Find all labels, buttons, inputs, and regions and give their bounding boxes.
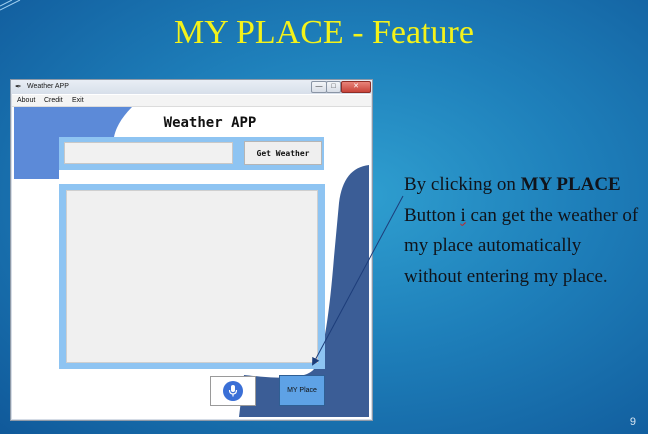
city-input[interactable] (64, 142, 233, 164)
close-button[interactable]: ✕ (341, 81, 371, 93)
desc-text-2: Button (404, 204, 461, 226)
voice-search-button[interactable] (210, 376, 256, 406)
slide-description: By clicking on MY PLACE Button i can get… (404, 170, 644, 292)
app-heading: Weather APP (163, 115, 257, 131)
desc-bold-my-place: MY PLACE (520, 174, 621, 195)
slide-title: MY PLACE - Feature (174, 14, 474, 51)
feather-icon: ✒ (15, 82, 22, 91)
microphone-icon (223, 381, 243, 401)
maximize-button[interactable]: □ (326, 81, 341, 93)
window-titlebar[interactable]: ✒ Weather APP — □ ✕ (11, 80, 372, 94)
menu-item-exit[interactable]: Exit (72, 97, 84, 104)
my-place-button[interactable]: MY Place (279, 375, 325, 406)
window-title: Weather APP (27, 83, 69, 90)
weather-result-area (66, 190, 318, 363)
corner-decoration (0, 0, 21, 11)
app-content: Weather APP Get Weather MY Place (14, 107, 369, 417)
menu-bar: About Credit Exit (12, 95, 371, 107)
menu-item-credit[interactable]: Credit (44, 97, 63, 104)
slide-number: 9 (629, 416, 636, 428)
desc-text-1: By clicking on (404, 174, 521, 195)
minimize-button[interactable]: — (311, 81, 327, 93)
app-window: ✒ Weather APP — □ ✕ About Credit Exit We… (10, 79, 373, 421)
menu-item-about[interactable]: About (17, 97, 35, 104)
get-weather-button[interactable]: Get Weather (244, 141, 322, 165)
